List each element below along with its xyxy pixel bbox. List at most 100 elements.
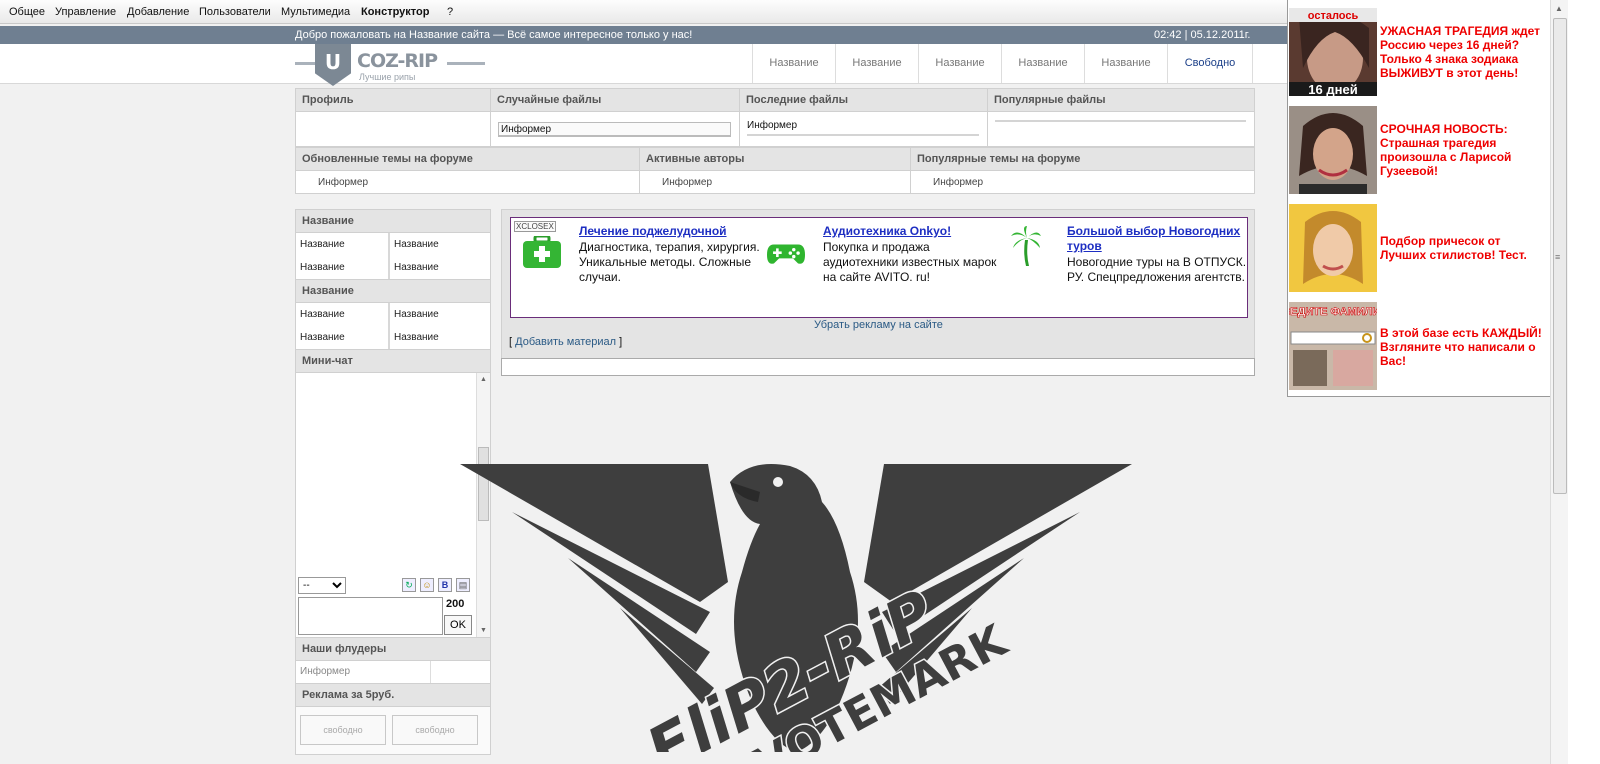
menu-link[interactable]: Название (296, 303, 390, 326)
informer-header: Случайные файлы (491, 89, 739, 112)
nav-item-3[interactable]: Название (918, 44, 1001, 83)
nav-item-4[interactable]: Название (1001, 44, 1084, 83)
content-bar (501, 358, 1255, 376)
informer-forum-updated: Обновленные темы на форуме Информер (296, 148, 640, 193)
grip-icon: ≡ (1555, 252, 1561, 262)
informer-forum-popular: Популярные темы на форуме Информер (911, 148, 1254, 193)
informer-header: Профиль (296, 89, 490, 112)
menu-link[interactable]: Название (296, 233, 390, 256)
page-scrollbar[interactable]: ▲ ≡ (1550, 0, 1568, 764)
nav-item-1[interactable]: Название (752, 44, 835, 83)
admin-menu-help[interactable]: ? (447, 6, 453, 18)
menu-title: Название (296, 280, 490, 303)
side-ad[interactable]: осталось 16 дней УЖАСНАЯ ТРАГЕДИЯ ждет Р… (1288, 6, 1551, 98)
side-ad-text[interactable]: УЖАСНАЯ ТРАГЕДИЯ ждет Россию через 16 дн… (1380, 24, 1548, 80)
sidebar-menu-1: Название Название Название Название Назв… (295, 209, 491, 280)
admin-toolbar: Общее Управление Добавление Пользователи… (0, 0, 1287, 24)
logo-shield-icon: U (315, 44, 351, 86)
nav-item-5[interactable]: Название (1084, 44, 1167, 83)
ad-close-button[interactable]: XCLOSEX (514, 221, 556, 232)
informer-header: Популярные темы на форуме (911, 148, 1254, 171)
admin-menu-general[interactable]: Общее (9, 6, 45, 18)
scroll-up-icon[interactable]: ▲ (480, 376, 487, 383)
svg-text:ВВЕДИТЕ ФАМИЛИЮ: ВВЕДИТЕ ФАМИЛИЮ (1289, 306, 1377, 318)
add-material: [ Добавить материал ] (509, 336, 623, 348)
side-ad[interactable]: ВВЕДИТЕ ФАМИЛИЮ В этой базе есть КАЖДЫЙ!… (1288, 300, 1551, 392)
admin-menu-users[interactable]: Пользователи (199, 6, 271, 18)
ad-title[interactable]: Большой выбор Новогодних туров (1067, 224, 1247, 254)
informer-popular-files: Популярные файлы (988, 89, 1254, 146)
informer-value: Информер (662, 177, 713, 188)
admin-menu-manage[interactable]: Управление (55, 6, 116, 18)
eagle-eye (773, 477, 783, 487)
welcome-bar: Добро пожаловать на Название сайта — Всё… (0, 26, 1287, 44)
admin-menu-multimedia[interactable]: Мультимедиа (281, 6, 350, 18)
chat-message-input[interactable] (298, 597, 443, 635)
palm-tree-icon (1011, 226, 1041, 266)
menu-link[interactable]: Название (390, 303, 490, 326)
side-ad-text[interactable]: СРОЧНАЯ НОВОСТЬ: Страшная трагедия произ… (1380, 122, 1548, 178)
sidebar-menu-2: Название Название Название Название Назв… (295, 280, 491, 350)
informer-header: Популярные файлы (988, 89, 1254, 112)
informer-header: Обновленные темы на форуме (296, 148, 639, 171)
side-ad-text[interactable]: Подбор причесок от Лучших стилистов! Тес… (1380, 234, 1548, 262)
menu-link[interactable]: Название (390, 256, 490, 279)
ad-image: осталось 16 дней (1289, 8, 1377, 96)
refresh-icon[interactable]: ↻ (402, 578, 416, 592)
admin-menu-constructor[interactable]: Конструктор (361, 6, 429, 18)
first-aid-kit-icon (523, 236, 561, 268)
informer-value: Информер (318, 177, 369, 188)
svg-text:осталось: осталось (1308, 10, 1359, 22)
eagle-watermark-logo: FliP2-RiP VOTEMARK (460, 464, 1132, 752)
informer-header: Активные авторы (640, 148, 910, 171)
nav-item-free[interactable]: Свободно (1167, 44, 1253, 83)
right-ad-panel: осталось 16 дней УЖАСНАЯ ТРАГЕДИЯ ждет Р… (1287, 0, 1550, 397)
informer-header: Последние файлы (740, 89, 987, 112)
side-ad[interactable]: Подбор причесок от Лучших стилистов! Тес… (1288, 202, 1551, 294)
informers-row-2: Обновленные темы на форуме Информер Акти… (295, 147, 1255, 194)
ad-title[interactable]: Аудиотехника Onkyo! (823, 224, 1003, 239)
menu-link[interactable]: Название (296, 256, 390, 279)
site-logo[interactable]: U COZ-RIP Лучшие рипы (295, 44, 495, 88)
logo-wing-right (447, 62, 485, 65)
chat-select[interactable]: -- (298, 577, 346, 594)
ad-image (1289, 106, 1377, 194)
ad-block: XCLOSEX Лечение поджелудочной Диагностик… (510, 217, 1248, 318)
remove-ads-link[interactable]: Убрать рекламу на сайте (814, 319, 943, 331)
main-content: XCLOSEX Лечение поджелудочной Диагностик… (501, 209, 1255, 359)
nav-item-2[interactable]: Название (835, 44, 918, 83)
flooders-value: Информер (300, 666, 351, 677)
smiley-icon[interactable]: ☺ (420, 578, 434, 592)
informer-value: Информер (933, 177, 984, 188)
ad-title[interactable]: Лечение поджелудочной (579, 224, 759, 239)
informer-active-authors: Активные авторы Информер (640, 148, 911, 193)
menu-link[interactable]: Название (390, 326, 490, 349)
logo-wing-left (295, 62, 317, 65)
informers-row-1: Профиль Случайные файлы Информер Последн… (295, 88, 1255, 147)
minichat-title: Мини-чат (296, 350, 490, 373)
scroll-up-icon[interactable]: ▲ (1555, 4, 1563, 13)
informer-field: Информер (498, 122, 731, 137)
menu-link[interactable]: Название (296, 326, 390, 349)
ad-image: ВВЕДИТЕ ФАМИЛИЮ (1289, 302, 1377, 390)
side-ad[interactable]: СРОЧНАЯ НОВОСТЬ: Страшная трагедия произ… (1288, 104, 1551, 196)
ad-text: Диагностика, терапия, хирургия. Уникальн… (579, 240, 760, 284)
ad-image (1289, 204, 1377, 292)
logo-tagline: Лучшие рипы (359, 72, 416, 82)
menu-title: Название (296, 210, 490, 233)
admin-menu-add[interactable]: Добавление (127, 6, 189, 18)
menu-link[interactable]: Название (390, 233, 490, 256)
informer-value: Информер (747, 120, 798, 131)
side-ad-text[interactable]: В этой базе есть КАЖДЫЙ! Взгляните что н… (1380, 326, 1548, 368)
site-header: U COZ-RIP Лучшие рипы Название Название … (0, 44, 1287, 86)
promo-slot-button[interactable]: свободно (300, 715, 386, 745)
logo-name: COZ-RIP (357, 50, 438, 72)
svg-text:16 дней: 16 дней (1308, 82, 1357, 96)
top-navigation: Название Название Название Название Назв… (752, 44, 1253, 83)
add-material-link[interactable]: Добавить материал (515, 336, 616, 348)
bbcode-bold-icon[interactable]: B (438, 578, 452, 592)
ad-text: Новогодние туры на В ОТПУСК. РУ. Спецпре… (1067, 255, 1247, 284)
gamepad-icon (767, 244, 805, 264)
ad-text: Покупка и продажа аудиотехники известных… (823, 240, 997, 284)
informer-profile: Профиль (296, 89, 491, 146)
